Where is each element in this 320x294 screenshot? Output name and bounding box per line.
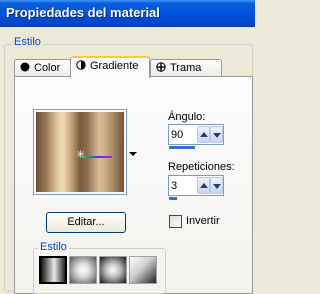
tab-gradiente[interactable]: Gradiente [70, 56, 150, 78]
gradient-style-label: Estilo [38, 241, 69, 253]
pattern-icon [156, 62, 166, 72]
tab-trama-label: Trama [170, 62, 202, 74]
repeats-slider-bar[interactable] [169, 197, 177, 200]
angle-spin-buttons [197, 126, 223, 143]
window-title: Propiedades del material [6, 5, 160, 20]
corner-gradient-style-button[interactable] [129, 256, 157, 284]
arrow-down-icon [213, 133, 221, 138]
tab-gradiente-label: Gradiente [90, 60, 139, 72]
gradient-preview[interactable]: ✳ [33, 109, 127, 195]
gradient-dropdown-arrow[interactable] [129, 152, 137, 156]
repeats-input[interactable] [171, 178, 195, 193]
repeats-spin-buttons [197, 177, 223, 194]
invert-label[interactable]: Invertir [186, 215, 220, 227]
arrow-up-icon [200, 132, 208, 137]
angle-slider-bar[interactable] [169, 146, 195, 149]
gradient-center-handle[interactable]: ✳ [76, 150, 85, 161]
style-group-label: Estilo [12, 36, 43, 48]
tab-trama[interactable]: Trama [150, 59, 222, 77]
invert-checkbox[interactable] [169, 215, 182, 228]
gradient-swatch: ✳ [36, 112, 124, 192]
repeats-label: Repeticiones: [168, 161, 235, 173]
repeats-up-button[interactable] [197, 177, 210, 194]
edit-button[interactable]: Editar... [46, 212, 126, 233]
title-bar: Propiedades del material [0, 0, 255, 27]
arrow-down-icon [213, 184, 221, 189]
angle-spinbox[interactable] [168, 124, 224, 145]
tab-color[interactable]: Color [14, 59, 71, 77]
repeats-spinbox[interactable] [168, 175, 224, 196]
angle-input[interactable] [171, 127, 195, 142]
repeats-down-button[interactable] [210, 177, 223, 194]
half-circle-icon [76, 60, 86, 70]
radial-gradient-style-button[interactable] [99, 256, 127, 284]
rectangular-gradient-style-button[interactable] [69, 256, 97, 284]
tab-color-label: Color [34, 62, 61, 74]
angle-label: Ángulo: [168, 111, 206, 123]
filled-circle-icon [20, 62, 30, 72]
linear-gradient-style-button[interactable] [39, 256, 67, 284]
gradient-direction-line [82, 156, 112, 158]
arrow-up-icon [200, 183, 208, 188]
angle-up-button[interactable] [197, 126, 210, 143]
angle-down-button[interactable] [210, 126, 223, 143]
